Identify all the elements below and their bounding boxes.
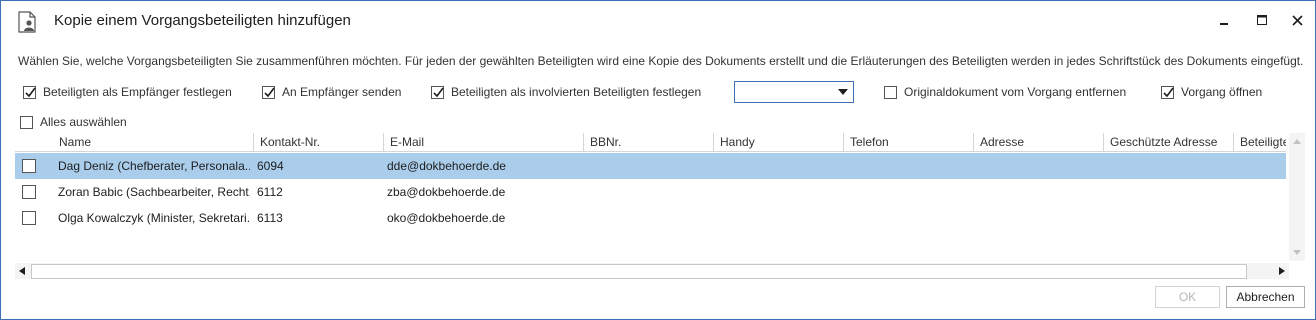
grid-header: Name Kontakt-Nr. E-Mail BBNr. Handy Tele… [15,133,1286,152]
select-all-label: Alles auswählen [40,115,127,129]
scrollbar-thumb[interactable] [31,264,1247,279]
row-contact-number: 6113 [257,211,283,225]
involved-type-dropdown[interactable] [734,81,854,103]
title-bar: Kopie einem Vorgangsbeteiligten hinzufüg… [1,1,1315,39]
row-checkbox[interactable] [22,159,36,173]
row-checkbox[interactable] [22,211,36,225]
remove-original-option[interactable]: Originaldokument vom Vorgang entfernen [884,84,1126,100]
column-header-bbnr[interactable]: BBNr. [583,133,713,151]
row-name: Zoran Babic (Sachbearbeiter, Recht... [58,185,250,199]
vertical-scrollbar[interactable] [1289,133,1305,261]
chevron-down-icon [838,89,848,95]
row-name: Olga Kowalczyk (Minister, Sekretari... [58,211,250,225]
row-contact-number: 6094 [257,159,284,173]
dialog-window: Kopie einem Vorgangsbeteiligten hinzufüg… [0,0,1316,320]
scroll-right-icon[interactable] [1279,267,1285,275]
column-header-protected-address[interactable]: Geschützte Adresse [1103,133,1233,151]
table-row[interactable]: Zoran Babic (Sachbearbeiter, Recht... 61… [15,179,1286,205]
table-row[interactable]: Olga Kowalczyk (Minister, Sekretari... 6… [15,205,1286,231]
column-header-email[interactable]: E-Mail [383,133,583,151]
row-contact-number: 6112 [257,185,283,199]
open-case-checkbox[interactable] [1161,85,1174,99]
row-email: oko@dokbehoerde.de [387,211,506,225]
set-recipient-checkbox[interactable] [23,85,36,99]
open-case-label: Vorgang öffnen [1181,85,1263,99]
cancel-button[interactable]: Abbrechen [1226,286,1305,308]
remove-original-checkbox[interactable] [884,85,897,99]
table-row[interactable]: Dag Deniz (Chefberater, Personala... 609… [15,153,1286,179]
maximize-button[interactable] [1250,9,1274,31]
participants-grid: Name Kontakt-Nr. E-Mail BBNr. Handy Tele… [15,133,1305,279]
instruction-text: Wählen Sie, welche Vorgangsbeteiligten S… [18,54,1304,68]
scroll-left-icon[interactable] [19,267,25,275]
set-recipient-option[interactable]: Beteiligten als Empfänger festlegen [23,84,232,100]
column-header-contact[interactable]: Kontakt-Nr. [253,133,383,151]
row-email: dde@dokbehoerde.de [387,159,506,173]
select-all-checkbox[interactable] [20,115,33,129]
column-header-name[interactable]: Name [53,133,253,151]
horizontal-scrollbar[interactable] [15,263,1289,279]
send-to-recipient-checkbox[interactable] [262,85,275,99]
send-to-recipient-label: An Empfänger senden [282,85,402,99]
set-involved-checkbox[interactable] [431,85,444,99]
select-all-option[interactable]: Alles auswählen [20,114,127,130]
remove-original-label: Originaldokument vom Vorgang entfernen [904,85,1127,99]
row-email: zba@dokbehoerde.de [387,185,506,199]
row-checkbox[interactable] [22,185,36,199]
column-header-address[interactable]: Adresse [973,133,1103,151]
scroll-up-icon[interactable] [1293,139,1301,144]
set-recipient-label: Beteiligten als Empfänger festlegen [43,85,232,99]
ok-button[interactable]: OK [1155,286,1220,308]
open-case-option[interactable]: Vorgang öffnen [1161,84,1262,100]
set-involved-option[interactable]: Beteiligten als involvierten Beteiligten… [431,84,701,100]
minimize-button[interactable] [1212,9,1236,31]
scroll-down-icon[interactable] [1293,250,1301,255]
document-contact-icon [18,11,38,33]
row-name: Dag Deniz (Chefberater, Personala... [58,159,250,173]
column-header-participants[interactable]: Beteiligte [1233,133,1286,151]
set-involved-label: Beteiligten als involvierten Beteiligten… [451,85,702,99]
send-to-recipient-option[interactable]: An Empfänger senden [262,84,401,100]
close-button[interactable] [1285,9,1309,31]
column-header-mobile[interactable]: Handy [713,133,843,151]
column-header-phone[interactable]: Telefon [843,133,973,151]
dialog-title: Kopie einem Vorgangsbeteiligten hinzufüg… [54,12,351,29]
